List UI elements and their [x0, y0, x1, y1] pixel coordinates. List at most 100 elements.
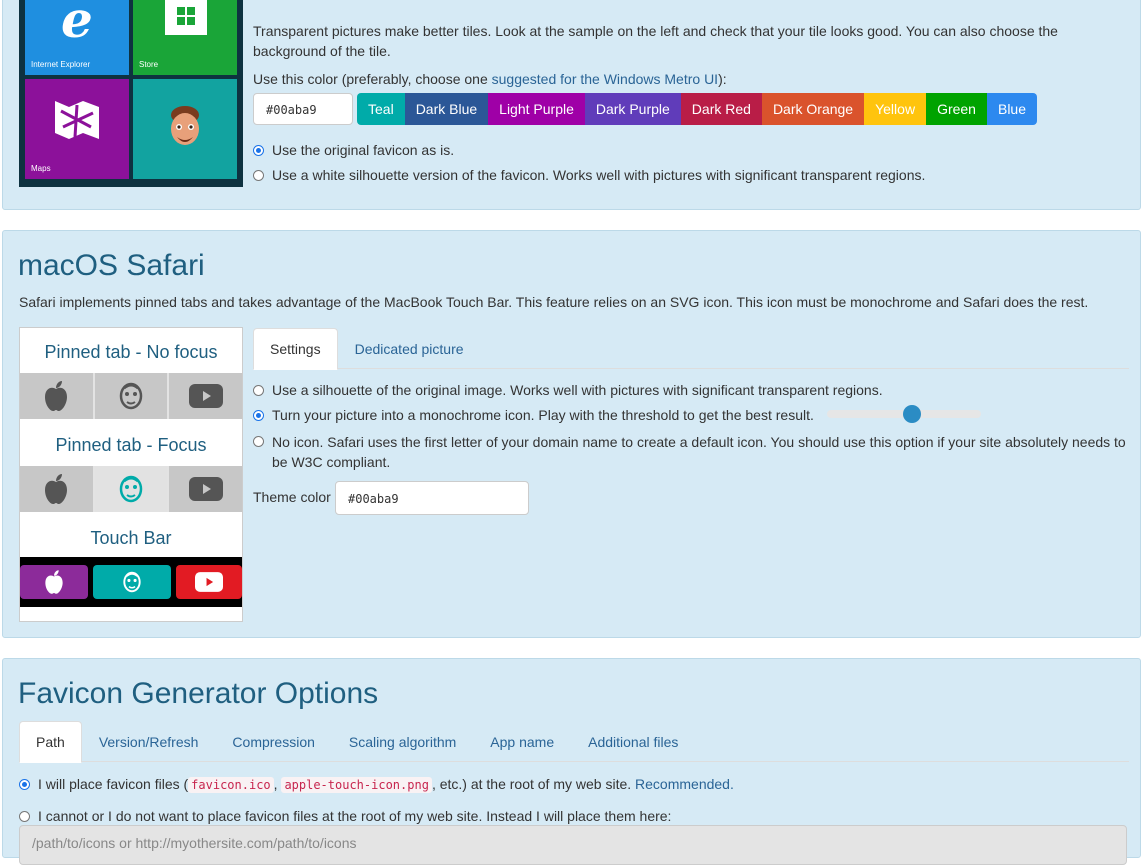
color-prompt: Use this color (preferably, choose one s… — [253, 71, 727, 87]
root-prefix: I will place favicon files ( — [38, 776, 189, 792]
tab-dedicated-picture[interactable]: Dedicated picture — [338, 328, 481, 370]
safari-tab-divider — [337, 368, 1129, 369]
radio-white-silhouette[interactable] — [253, 170, 264, 181]
tab-path[interactable]: Path — [19, 721, 82, 763]
tile-label: Internet Explorer — [31, 60, 91, 69]
path-input[interactable]: /path/to/icons or http://myothersite.com… — [19, 825, 1127, 865]
option-custom-path[interactable]: I cannot or I do not want to place favic… — [19, 808, 671, 824]
metro-colors-link[interactable]: suggested for the Windows Metro UI — [492, 71, 718, 87]
swatch-dark-red[interactable]: Dark Red — [680, 93, 762, 125]
pinned-tabs-no-focus — [20, 373, 242, 419]
tile-color-input[interactable]: #00aba9 — [253, 93, 353, 125]
pinned-tabs-focus — [20, 466, 242, 512]
code-apple-touch-icon: apple-touch-icon.png — [281, 777, 432, 793]
safari-title: macOS Safari — [18, 249, 205, 282]
radio-custom-path[interactable] — [19, 811, 30, 822]
avatar-silhouette-icon — [119, 382, 143, 410]
tab-youtube — [169, 466, 242, 512]
touch-bar-apple — [20, 565, 88, 599]
avatar-teal-icon — [119, 475, 143, 503]
theme-color-label: Theme color — [253, 489, 331, 505]
options-tabs: Path Version/Refresh Compression Scaling… — [19, 721, 695, 763]
recommended-label: Recommended. — [635, 776, 734, 792]
swatch-yellow[interactable]: Yellow — [864, 93, 927, 125]
color-prompt-prefix: Use this color (preferably, choose one — [253, 71, 492, 87]
radio-original-favicon[interactable] — [253, 145, 264, 156]
touch-bar-youtube — [176, 565, 242, 599]
option-silhouette-label: Use a white silhouette version of the fa… — [272, 167, 926, 183]
radio-monochrome[interactable] — [253, 410, 264, 421]
tab-additional-files[interactable]: Additional files — [571, 721, 695, 763]
apple-icon — [45, 474, 68, 504]
option-no-icon[interactable]: No icon. Safari uses the first letter of… — [253, 433, 1129, 472]
internet-explorer-icon: e — [61, 0, 93, 43]
tile-label: Store — [139, 60, 159, 69]
touch-bar-avatar — [93, 565, 171, 599]
root-suffix: , etc.) at the root of my web site. — [431, 776, 632, 792]
option-root-placement[interactable]: I will place favicon files (favicon.ico,… — [19, 776, 734, 793]
swatch-blue[interactable]: Blue — [986, 93, 1038, 125]
option-silhouette[interactable]: Use a silhouette of the original image. … — [253, 382, 883, 398]
option-white-silhouette[interactable]: Use a white silhouette version of the fa… — [253, 167, 925, 183]
preview-no-focus-label: Pinned tab - No focus — [44, 342, 218, 362]
tile-internet-explorer: e Internet Explorer — [25, 0, 129, 75]
youtube-icon — [188, 477, 223, 501]
root-separator: , — [273, 776, 278, 792]
tab-app-name[interactable]: App name — [473, 721, 571, 763]
swatch-green[interactable]: Green — [926, 93, 987, 125]
color-swatches: Teal Dark Blue Light Purple Dark Purple … — [357, 93, 1038, 125]
avatar-white-icon — [123, 571, 141, 593]
tile-description: Transparent pictures make better tiles. … — [253, 23, 1058, 59]
tile-avatar — [133, 79, 237, 179]
touch-bar — [20, 557, 242, 607]
apple-icon — [45, 570, 63, 594]
tab-compression[interactable]: Compression — [215, 721, 331, 763]
tab-settings[interactable]: Settings — [253, 328, 338, 370]
store-icon — [165, 0, 207, 35]
apple-icon — [45, 381, 68, 411]
macos-safari-panel: macOS Safari Safari implements pinned ta… — [2, 230, 1141, 638]
tab-apple — [20, 373, 95, 419]
swatch-light-purple[interactable]: Light Purple — [488, 93, 585, 125]
option-custom-path-label: I cannot or I do not want to place favic… — [38, 808, 672, 824]
option-monochrome-label: Turn your picture into a monochrome icon… — [272, 407, 814, 423]
swatch-dark-orange[interactable]: Dark Orange — [761, 93, 865, 125]
options-title: Favicon Generator Options — [18, 677, 379, 710]
code-favicon-ico: favicon.ico — [188, 777, 274, 793]
tile-store: Store — [133, 0, 237, 75]
youtube-icon — [195, 572, 223, 592]
generator-options-panel: Favicon Generator Options Path Version/R… — [2, 658, 1141, 865]
option-silhouette-label: Use a silhouette of the original image. … — [272, 382, 883, 398]
option-monochrome[interactable]: Turn your picture into a monochrome icon… — [253, 407, 814, 423]
tile-label: Maps — [31, 164, 51, 173]
swatch-teal[interactable]: Teal — [357, 93, 405, 125]
memoji-avatar-icon — [171, 106, 199, 145]
safari-preview: Pinned tab - No focus Pinned tab - Focus — [19, 327, 243, 622]
tile-maps: Maps — [25, 79, 129, 179]
tab-youtube — [169, 373, 242, 419]
preview-focus-label: Pinned tab - Focus — [55, 435, 207, 455]
youtube-icon — [188, 384, 223, 408]
options-tab-divider — [81, 761, 1129, 762]
safari-tabs: Settings Dedicated picture — [253, 328, 481, 370]
threshold-slider-handle[interactable] — [903, 405, 921, 423]
color-prompt-suffix: ): — [718, 71, 727, 87]
theme-color-input[interactable]: #00aba9 — [335, 481, 529, 515]
swatch-dark-blue[interactable]: Dark Blue — [404, 93, 489, 125]
safari-description: Safari implements pinned tabs and takes … — [19, 294, 1089, 310]
radio-root-placement[interactable] — [19, 779, 30, 790]
tab-version-refresh[interactable]: Version/Refresh — [82, 721, 216, 763]
option-original-label: Use the original favicon as is. — [272, 142, 455, 158]
option-no-icon-label: No icon. Safari uses the first letter of… — [272, 434, 1126, 470]
preview-touch-bar-label: Touch Bar — [90, 528, 172, 548]
option-original-favicon[interactable]: Use the original favicon as is. — [253, 142, 454, 158]
windows-metro-panel: e Internet Explorer Store Maps Transpare… — [2, 0, 1141, 210]
tab-apple — [20, 466, 95, 512]
tab-scaling-algorithm[interactable]: Scaling algorithm — [332, 721, 473, 763]
swatch-dark-purple[interactable]: Dark Purple — [584, 93, 681, 125]
tab-avatar — [95, 373, 170, 419]
radio-no-icon[interactable] — [253, 436, 264, 447]
threshold-slider[interactable] — [827, 405, 981, 423]
radio-silhouette[interactable] — [253, 385, 264, 396]
maps-icon — [55, 101, 99, 139]
